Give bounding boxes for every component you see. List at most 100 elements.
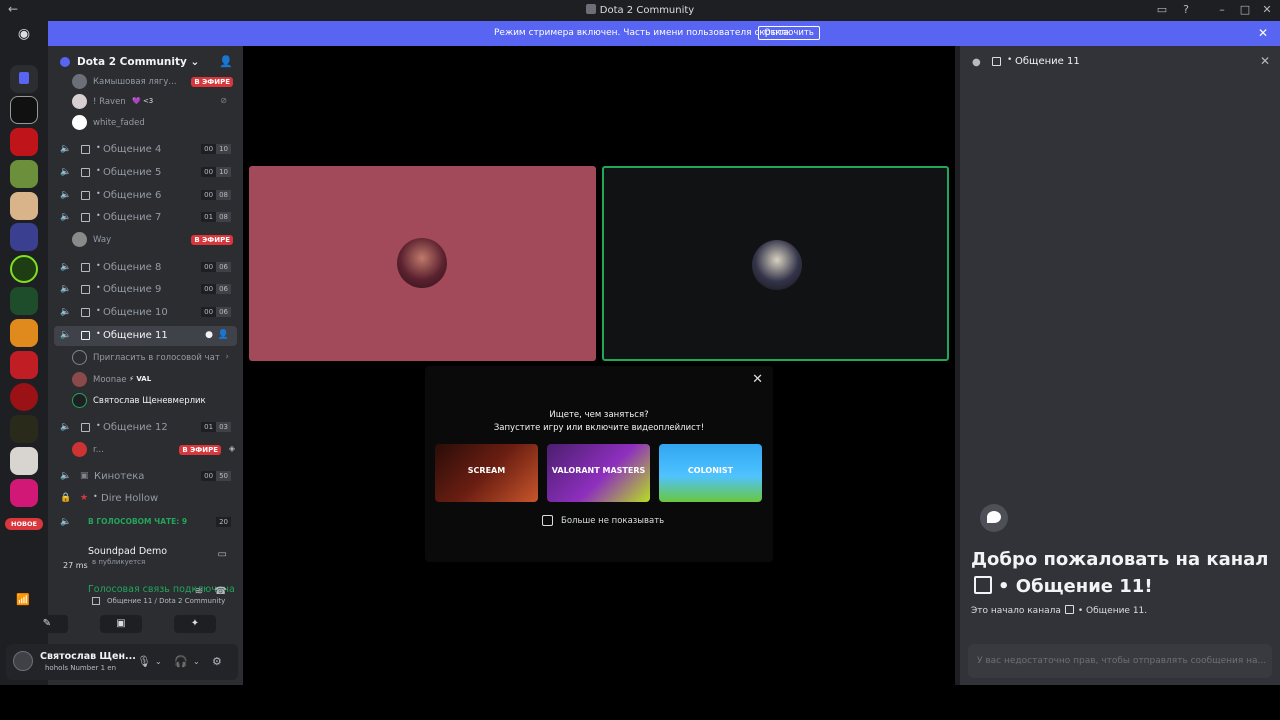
chat-bubble-icon: ● (972, 57, 981, 68)
video-button[interactable]: ✎ (26, 615, 68, 633)
invite-icon (72, 350, 87, 365)
user-count: 00 08 (201, 190, 231, 200)
noise-suppression-icon[interactable]: ≋ (195, 586, 203, 597)
server-icon-10[interactable] (10, 383, 38, 411)
server-list: ◉ НОВОЕ (0, 21, 48, 685)
activity-card-scream[interactable]: SCREAM (435, 444, 538, 502)
server-icon-7[interactable] (10, 287, 38, 315)
server-icon-6[interactable] (10, 255, 38, 283)
add-user-icon[interactable]: 👤 (218, 330, 229, 340)
voice-channel[interactable]: 🔒 ★ • Dire Hollow (54, 489, 237, 509)
chat-icon[interactable]: ● (205, 330, 213, 340)
popup-close-icon[interactable]: ✕ (752, 372, 763, 387)
voice-user[interactable]: Камышовая лягу... В ЭФИРЕ (72, 72, 237, 92)
stage-icon: ▣ (80, 471, 89, 481)
user-panel: Святослав Щен... hohols Number 1 en 🎙 ⌄ … (6, 644, 238, 680)
add-member-icon[interactable]: 👤 (219, 55, 233, 68)
inbox-icon[interactable]: ▭ (1154, 3, 1170, 16)
voice-user-speaking[interactable]: Святослав Щеневмерлик (72, 391, 237, 411)
voice-channel[interactable]: 🔈 В ГОЛОСОВОМ ЧАТЕ: 9 20 (54, 513, 237, 533)
live-badge: В ЭФИРЕ (179, 445, 221, 455)
server-icon-13[interactable] (10, 479, 38, 507)
chat-close-icon[interactable]: ✕ (1260, 54, 1270, 68)
server-icon-5[interactable] (10, 223, 38, 251)
voice-channel[interactable]: 🔈 • Общение 8 00 06 (54, 258, 237, 278)
banner-text: Режим стримера включен. Часть имени поль… (494, 28, 792, 38)
speaker-icon: 🔈 (60, 262, 72, 272)
close-window-button[interactable]: ✕ (1259, 3, 1275, 16)
disable-streamer-button[interactable]: Отключить (758, 26, 820, 40)
voice-channel[interactable]: 🔈 • Общение 7 01 08 (54, 208, 237, 228)
voice-channel[interactable]: 🔈 • Общение 12 01 03 (54, 418, 237, 438)
live-badge: В ЭФИРЕ (191, 77, 233, 87)
server-icon-9[interactable] (10, 351, 38, 379)
streamer-mode-banner: Режим стримера включен. Часть имени поль… (48, 21, 1280, 46)
voice-channel[interactable]: 🔈 • Общение 9 00 06 (54, 280, 237, 300)
welcome-heading: Добро пожаловать на канал (971, 549, 1269, 570)
user-count: 01 08 (201, 212, 231, 222)
video-tile-speaking[interactable] (602, 166, 949, 361)
screen-share-icon[interactable]: ▭ (218, 549, 227, 560)
activities-button[interactable]: ✦ (174, 615, 216, 633)
user-avatar[interactable] (13, 651, 33, 671)
signal-icon[interactable]: 📶 (16, 593, 30, 606)
server-icon-3[interactable] (10, 160, 38, 188)
voice-user[interactable]: Way В ЭФИРЕ (72, 230, 237, 250)
chat-channel-name: Общение 11 (1015, 56, 1080, 67)
voice-user[interactable]: ! Raven 💜 <3 ⊘ (72, 92, 237, 112)
server-icon-2[interactable] (10, 128, 38, 156)
channel-start-text: Это начало канала • Общение 11. (971, 605, 1148, 616)
voice-channel[interactable]: 🔈 • Общение 4 00 10 (54, 140, 237, 160)
avatar (72, 393, 87, 408)
chevron-down-icon[interactable]: ⌄ (193, 657, 200, 666)
server-icon-1[interactable] (10, 96, 38, 124)
server-icon-dms[interactable] (10, 65, 38, 93)
speaker-icon: 🔈 (60, 144, 72, 154)
banner-close-icon[interactable]: ✕ (1258, 26, 1268, 40)
voice-user[interactable]: r... В ЭФИРЕ ◈ (72, 440, 237, 460)
user-name[interactable]: Святослав Щен... (40, 651, 136, 662)
message-input[interactable]: У вас недостаточно прав, чтобы отправлят… (968, 644, 1272, 678)
dont-show-label[interactable]: Больше не показывать (561, 516, 664, 526)
voice-channel[interactable]: 🔈 ▣ Кинотека 00 50 (54, 467, 237, 487)
maximize-button[interactable]: □ (1237, 3, 1253, 16)
channel-icon (81, 308, 90, 317)
user-count: 00 10 (201, 144, 231, 154)
server-icon-11[interactable] (10, 415, 38, 443)
activity-card-colonist[interactable]: COLONIST (659, 444, 762, 502)
speaker-icon: 🔈 (60, 212, 72, 222)
voice-connected-title[interactable]: Голосовая связь подключена (88, 584, 235, 595)
voice-channel-active[interactable]: 🔈 • Общение 11 ● 👤 (54, 326, 237, 346)
chevron-down-icon[interactable]: ⌄ (155, 657, 162, 666)
voice-user[interactable]: Moonae ⚡ VAL (72, 370, 237, 390)
activity-card-valorant[interactable]: VALORANT MASTERS (547, 444, 650, 502)
voice-channel[interactable]: 🔈 • Общение 10 00 06 (54, 303, 237, 323)
screen-share-button[interactable]: ▣ (100, 615, 142, 633)
settings-gear-icon[interactable]: ⚙ (212, 655, 222, 668)
star-icon: ★ (80, 493, 89, 503)
server-icon-8[interactable] (10, 319, 38, 347)
help-icon[interactable]: ? (1178, 3, 1194, 16)
disconnect-icon[interactable]: ☎ (215, 586, 227, 597)
server-icon-12[interactable] (10, 447, 38, 475)
chevron-right-icon: › (225, 352, 229, 362)
avatar (72, 94, 87, 109)
discord-home-icon[interactable]: ◉ (10, 26, 38, 48)
microphone-icon[interactable]: 🎙 (137, 655, 151, 668)
video-tile[interactable] (249, 166, 596, 361)
activity-popup: ✕ Ищете, чем заняться? Запустите игру ил… (425, 366, 773, 562)
voice-channel[interactable]: 🔈 • Общение 5 00 10 (54, 163, 237, 183)
live-badge: В ЭФИРЕ (191, 235, 233, 245)
voice-channel[interactable]: 🔈 • Общение 6 00 08 (54, 186, 237, 206)
dont-show-checkbox[interactable] (542, 515, 553, 526)
speaker-icon: 🔈 (60, 307, 72, 317)
invite-to-voice[interactable]: Пригласить в голосовой чат › (72, 348, 237, 368)
channel-icon (992, 57, 1001, 66)
avatar (72, 372, 87, 387)
voice-user[interactable]: white_faded (72, 113, 237, 133)
minimize-button[interactable]: – (1214, 3, 1230, 16)
server-icon-4[interactable] (10, 192, 38, 220)
channel-icon (81, 213, 90, 222)
new-badge: НОВОЕ (5, 518, 43, 530)
headphones-icon[interactable]: 🎧 (174, 655, 188, 668)
